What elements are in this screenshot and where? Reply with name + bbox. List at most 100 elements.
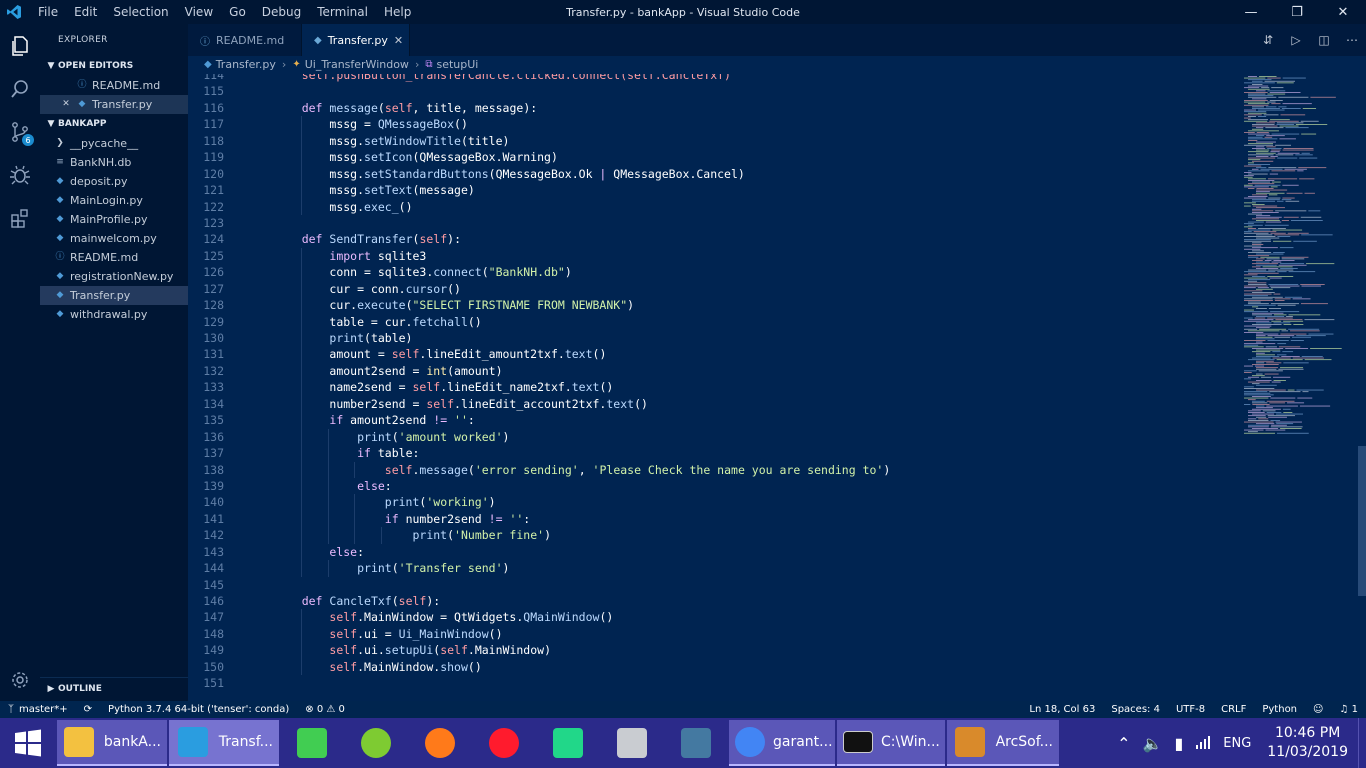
run-icon[interactable]: ▷ [1282, 33, 1310, 47]
minimap-line [1270, 426, 1303, 428]
outline-section[interactable]: ▶ OUTLINE [40, 677, 188, 701]
open-editors-header[interactable]: ▼ OPEN EDITORS [40, 56, 188, 76]
interpreter-status[interactable]: Python 3.7.4 64-bit ('tenser': conda) [100, 704, 297, 715]
battery-icon[interactable]: ▮ [1168, 734, 1189, 753]
taskbar-app[interactable] [409, 720, 471, 766]
menu-terminal[interactable]: Terminal [309, 0, 376, 24]
show-desktop-button[interactable] [1358, 718, 1366, 768]
file-item[interactable]: ◆ MainLogin.py [40, 191, 188, 210]
taskbar-app[interactable]: Transf... [169, 720, 279, 766]
taskbar-app[interactable] [281, 720, 343, 766]
file-item[interactable]: ≡ BankNH.db [40, 153, 188, 172]
feedback-smiley-icon[interactable]: ☺ [1305, 704, 1331, 715]
input-language[interactable]: ENG [1217, 736, 1257, 751]
volume-icon[interactable]: 🔈 [1137, 734, 1169, 753]
minimap-line [1252, 375, 1265, 377]
file-item[interactable]: ◆ mainwelcom.py [40, 229, 188, 248]
taskbar-app[interactable]: C:\Win... [837, 720, 945, 766]
branch-status[interactable]: ᛉ master*+ [0, 704, 76, 715]
code-text: print('amount worked') [224, 428, 509, 446]
cursor-position[interactable]: Ln 18, Col 63 [1021, 704, 1103, 715]
menu-selection[interactable]: Selection [105, 0, 176, 24]
code-editor[interactable]: 114 self.pushButton_transferCancle.click… [188, 74, 1228, 701]
file-item[interactable]: ◆ Transfer.py [40, 286, 188, 305]
minimap-line [1290, 340, 1304, 341]
close-window-button[interactable]: ✕ [1320, 0, 1366, 24]
encoding[interactable]: UTF-8 [1168, 704, 1213, 715]
indentation[interactable]: Spaces: 4 [1103, 704, 1168, 715]
file-item[interactable]: ⓘ README.md [40, 248, 188, 267]
file-item[interactable]: ◆ registrationNew.py [40, 267, 188, 286]
taskbar-app[interactable]: ArcSof... [947, 720, 1059, 766]
taskbar-app[interactable] [665, 720, 727, 766]
start-button[interactable] [0, 718, 56, 768]
editor-scrollbar[interactable] [1358, 74, 1366, 701]
blank-icon[interactable] [60, 80, 72, 92]
minimap-line [1252, 324, 1282, 325]
file-item[interactable]: ◆ deposit.py [40, 172, 188, 191]
taskbar-app[interactable] [345, 720, 407, 766]
menu-view[interactable]: View [177, 0, 221, 24]
minimap-line [1252, 84, 1263, 85]
extensions-icon[interactable] [0, 196, 40, 239]
minimap-line [1261, 87, 1270, 89]
taskbar-app[interactable]: bankA... [57, 720, 167, 766]
open-editor-item[interactable]: ✕ ◆ Transfer.py [40, 95, 188, 114]
menu-help[interactable]: Help [376, 0, 419, 24]
tray-overflow-icon[interactable]: ⌃ [1111, 734, 1136, 753]
indent-guide [300, 477, 302, 495]
code-token: '' [509, 511, 524, 526]
project-header[interactable]: ▼ BANKAPP [40, 114, 188, 134]
more-actions-icon[interactable]: ⋯ [1338, 33, 1366, 47]
taskbar-app[interactable] [473, 720, 535, 766]
debug-icon[interactable] [0, 153, 40, 196]
clock[interactable]: 10:46 PM 11/03/2019 [1257, 724, 1358, 762]
minimap-line [1244, 429, 1264, 431]
file-item[interactable]: ◆ withdrawal.py [40, 305, 188, 324]
menu-debug[interactable]: Debug [254, 0, 309, 24]
restore-button[interactable]: ❐ [1274, 0, 1320, 24]
problems-status[interactable]: ⊗ 0 ⚠ 0 [297, 704, 353, 715]
minimap[interactable] [1240, 74, 1358, 474]
minimap-line [1256, 368, 1277, 370]
minimap-line [1244, 372, 1252, 373]
sync-icon[interactable]: ⟳ [76, 704, 100, 715]
language-mode[interactable]: Python [1254, 704, 1305, 715]
close-icon[interactable]: ✕ [60, 99, 72, 111]
outline-header[interactable]: ▶ OUTLINE [40, 678, 188, 701]
close-tab-icon[interactable]: ✕ [394, 34, 403, 47]
compare-icon[interactable]: ⇵ [1254, 33, 1282, 47]
search-icon[interactable] [0, 67, 40, 110]
settings-gear-icon[interactable] [0, 658, 40, 701]
breadcrumb-item[interactable]: setupUi [436, 56, 478, 74]
line-number: 139 [203, 478, 224, 493]
notifications[interactable]: ♫ 1 [1331, 704, 1366, 715]
explorer-icon[interactable] [0, 24, 40, 67]
file-item[interactable]: ◆ MainProfile.py [40, 210, 188, 229]
minimap-line [1256, 341, 1263, 343]
taskbar-app[interactable] [601, 720, 663, 766]
scrollbar-thumb[interactable] [1358, 446, 1366, 596]
menu-go[interactable]: Go [221, 0, 254, 24]
tab-transfer-py[interactable]: ◆ Transfer.py ✕ [302, 24, 410, 56]
indent-guide [300, 330, 302, 347]
minimize-button[interactable]: — [1228, 0, 1274, 24]
open-editor-item[interactable]: ⓘ README.md [40, 76, 188, 95]
menu-edit[interactable]: Edit [66, 0, 105, 24]
pycharm-icon [550, 725, 586, 761]
taskbar-app[interactable] [537, 720, 599, 766]
taskbar-app[interactable]: garant... [729, 720, 835, 766]
menu-file[interactable]: File [30, 0, 66, 24]
tab-readme-md[interactable]: ⓘ README.md [188, 24, 302, 56]
signal-icon[interactable] [1189, 734, 1217, 753]
breadcrumb-item[interactable]: Ui_TransferWindow [305, 56, 409, 74]
file-item[interactable]: ❯ __pycache__ [40, 134, 188, 153]
code-line: 121 mssg.setText(message) [188, 182, 1228, 199]
minimap-line [1248, 96, 1277, 98]
code-token: self [329, 659, 358, 674]
end-of-line[interactable]: CRLF [1213, 704, 1254, 715]
indent-guide [300, 132, 302, 150]
breadcrumb-item[interactable]: Transfer.py [216, 56, 276, 74]
split-editor-icon[interactable]: ◫ [1310, 33, 1338, 47]
source-control-icon[interactable]: 6 [0, 110, 40, 153]
